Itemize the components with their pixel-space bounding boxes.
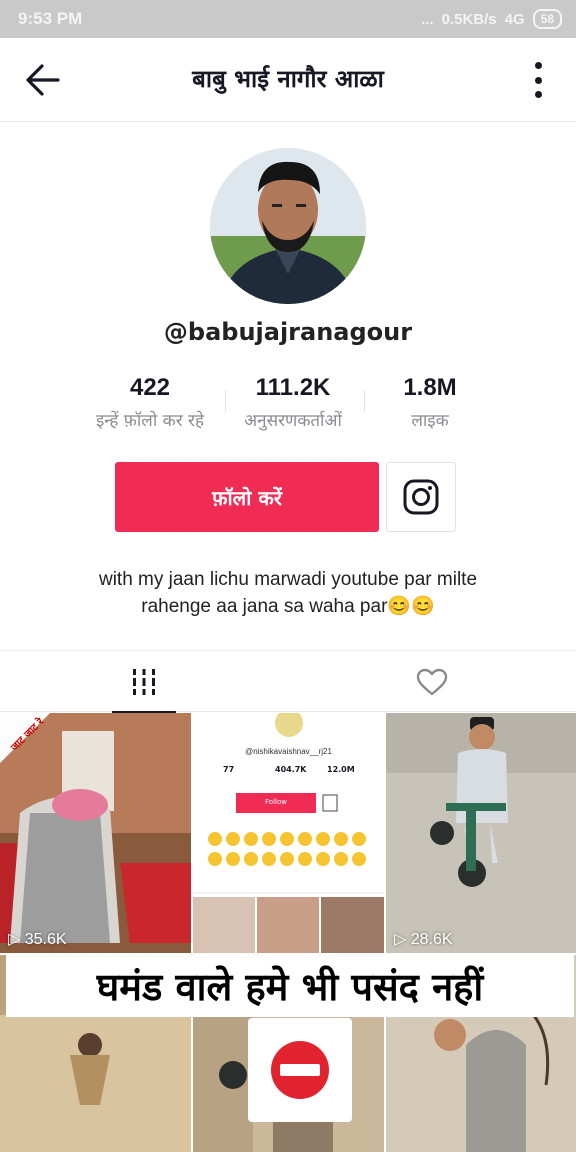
status-bar: 9:53 PM ... 0.5KB/s 4G 58 (0, 0, 576, 38)
video-thumbnail[interactable]: जाट जाट रे ▷ 35.6K (0, 713, 191, 953)
video-3-image (386, 713, 576, 953)
tab-liked[interactable] (288, 651, 576, 713)
video-thumbnail[interactable]: ▷ 28.6K (386, 713, 576, 953)
likes-count: 1.8M (403, 374, 457, 401)
stat-divider (225, 390, 226, 412)
instagram-icon (403, 479, 439, 515)
more-dot-icon (534, 91, 542, 98)
mini-stat: 12.0M (327, 765, 355, 774)
video-thumbnail[interactable]: @nishikavaishnav__rj21 77 404.7K 12.0M F… (193, 713, 384, 953)
following-label: इन्हें फ़ॉलो कर रहे (95, 411, 205, 431)
mini-stat: 404.7K (275, 765, 307, 774)
mini-handle: @nishikavaishnav__rj21 (245, 747, 332, 756)
bio-line-2: rahenge aa jana sa waha par😊😊 (141, 596, 435, 617)
battery-icon: 58 (532, 9, 562, 29)
video-1-image (0, 713, 191, 953)
overlay-caption: घमंड वाले हमे भी पसंद नहीं (6, 955, 574, 1017)
likes-stat: 1.8M लाइक (370, 374, 490, 431)
tab-videos[interactable] (0, 651, 288, 714)
video-views: ▷ 35.6K (8, 931, 67, 948)
content-tabs (0, 650, 576, 714)
followers-stat[interactable]: 111.2K अनुसरणकर्ताओं (228, 374, 358, 431)
following-stat[interactable]: 422 इन्हें फ़ॉलो कर रहे (80, 374, 220, 431)
status-time: 9:53 PM (18, 9, 83, 28)
video-views: ▷ 28.6K (394, 931, 453, 948)
followers-label: अनुसरणकर्ताओं (244, 411, 342, 431)
no-entry-sticker (248, 1018, 352, 1122)
signal-icon: 4G (504, 10, 525, 28)
back-button[interactable] (22, 62, 62, 98)
views-count: 35.6K (24, 931, 67, 948)
page-title: बाबु भाई नागौर आळा (192, 65, 384, 93)
bio-line-1: with my jaan lichu marwadi youtube par m… (98, 569, 478, 590)
following-count: 422 (129, 374, 171, 401)
more-dot-icon (534, 76, 542, 84)
likes-label: लाइक (411, 411, 449, 431)
mini-stat: 77 (223, 765, 235, 774)
arrow-left-icon (26, 64, 60, 96)
stat-divider (364, 390, 365, 412)
mini-follow: Follow (265, 798, 287, 806)
profile-stats: 422 इन्हें फ़ॉलो कर रहे 111.2K अनुसरणकर्… (80, 374, 496, 438)
more-options-button[interactable] (528, 62, 548, 98)
views-count: 28.6K (410, 931, 453, 948)
followers-count: 111.2K (255, 374, 331, 401)
profile-username: @babujajranagour (163, 318, 413, 346)
grid-icon (133, 669, 155, 695)
top-bar: बाबु भाई नागौर आळा (0, 38, 576, 122)
status-dots: ... (421, 10, 434, 28)
network-speed: 0.5KB/s (441, 10, 497, 28)
follow-button[interactable]: फ़ॉलो करें (115, 462, 379, 532)
more-dot-icon (534, 62, 542, 69)
status-icons: ... 0.5KB/s 4G 58 (421, 9, 562, 29)
profile-bio: with my jaan lichu marwadi youtube par m… (40, 566, 536, 620)
heart-icon (416, 668, 448, 696)
avatar[interactable] (210, 148, 366, 304)
instagram-button[interactable] (386, 462, 456, 532)
overlay-caption-text: घमंड वाले हमे भी पसंद नहीं (96, 965, 484, 1009)
profile-photo (210, 148, 366, 304)
no-entry-icon (271, 1041, 329, 1099)
